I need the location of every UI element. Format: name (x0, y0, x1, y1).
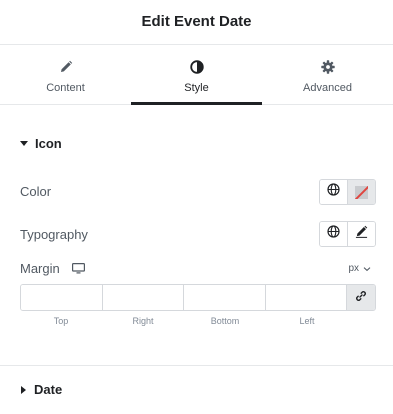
globe-icon (327, 183, 340, 201)
link-values-button[interactable] (346, 285, 375, 310)
empty-color-swatch-icon (355, 185, 368, 199)
tab-bar: Content Style Advanced (0, 45, 393, 105)
color-label: Color (20, 184, 52, 199)
margin-right-input[interactable] (101, 285, 183, 310)
margin-label: Margin (20, 261, 60, 276)
margin-row: Margin (20, 261, 85, 276)
margin-left-input[interactable] (264, 285, 346, 310)
section-date-title: Date (34, 382, 63, 397)
tab-content[interactable]: Content (0, 45, 131, 104)
edit-typography-button[interactable] (347, 222, 375, 246)
typography-control (319, 221, 376, 247)
section-date-toggle[interactable]: Date (20, 382, 62, 397)
margin-dimension-labels: Top Right Bottom Left (20, 316, 348, 326)
tab-content-label: Content (46, 82, 85, 94)
unit-selector[interactable]: px (348, 263, 371, 274)
color-control (319, 179, 376, 205)
chevron-down-icon (363, 265, 371, 273)
margin-top-label: Top (53, 316, 69, 326)
globe-icon (327, 225, 340, 243)
pencil-icon (58, 59, 74, 75)
editor-panel: Edit Event Date Content Style Advanced I… (0, 0, 393, 414)
margin-dimensions (20, 284, 376, 311)
link-icon (355, 289, 367, 307)
tab-advanced[interactable]: Advanced (262, 45, 393, 104)
color-picker-button[interactable] (347, 180, 375, 204)
section-divider (0, 365, 393, 366)
panel-title: Edit Event Date (0, 0, 393, 45)
margin-bottom-input[interactable] (183, 285, 265, 310)
tab-advanced-label: Advanced (303, 82, 352, 94)
margin-right-label: Right (132, 316, 154, 326)
desktop-icon[interactable] (71, 263, 85, 274)
half-circle-icon (189, 59, 205, 75)
unit-value: px (348, 263, 359, 274)
pencil-icon (355, 225, 368, 243)
gear-icon (320, 59, 336, 75)
margin-bottom-label: Bottom (210, 316, 240, 326)
typography-label: Typography (20, 227, 88, 242)
section-icon-toggle[interactable]: Icon (20, 136, 62, 151)
margin-left-label: Left (299, 316, 315, 326)
caret-right-icon (21, 385, 26, 394)
caret-down-icon (20, 141, 28, 146)
global-color-button[interactable] (320, 180, 347, 204)
margin-top-input[interactable] (21, 285, 102, 310)
tab-style[interactable]: Style (131, 45, 262, 105)
tab-style-label: Style (184, 82, 209, 94)
section-icon-title: Icon (35, 136, 62, 151)
global-typography-button[interactable] (320, 222, 347, 246)
